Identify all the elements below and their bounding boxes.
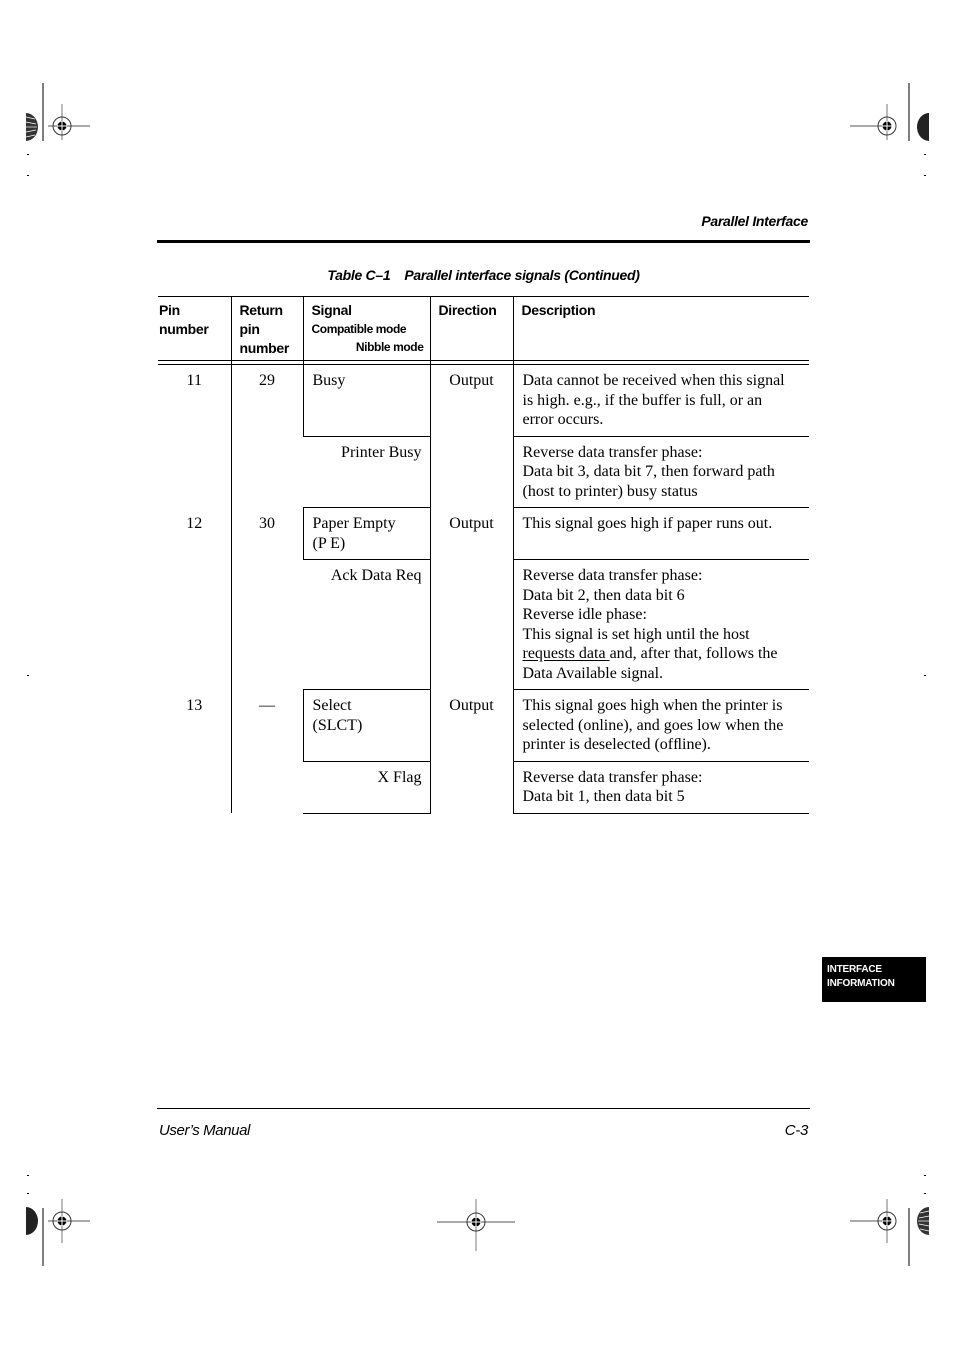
compatible-signal-cell: Select (SLCT) (302, 689, 430, 762)
header-subtext-nibble: Nibble mode (355, 340, 424, 354)
footer-manual-title: User’s Manual (159, 1122, 250, 1139)
signal-name: Paper Empty (312, 515, 396, 532)
nibble-signal-cell: Ack Data Req (303, 559, 430, 690)
description-line: This signal is set high until the host (522, 625, 750, 643)
color-bar-icon (917, 113, 929, 141)
direction-cell: Output (429, 689, 513, 813)
running-head: Parallel Interface (701, 213, 808, 229)
header-text: pin (239, 321, 260, 337)
description-line: error occurs. (522, 411, 604, 428)
pin-number-cell: 11 (186, 372, 202, 389)
description-line: is high. e.g., if the buffer is full, or… (522, 391, 763, 409)
pin-number-cell: 12 (186, 514, 203, 532)
description-line: This signal goes high when the printer i… (522, 697, 783, 714)
return-pin-cell: 30 (230, 507, 303, 690)
description-line: Data bit 2, then data bit 6 (522, 586, 685, 604)
table-row: 11 29 Busy Output Data cannot be receive… (158, 364, 809, 508)
description-line: Reverse data transfer phase: (522, 443, 703, 461)
description-line: Data bit 1, then data bit 5 (522, 788, 685, 805)
registration-mark-icon (850, 104, 897, 140)
description-line: printer is deselected (ofﬂine). (522, 736, 711, 753)
header-text: number (239, 340, 290, 356)
description-text: and, after that, follows the (609, 645, 778, 662)
pin-number-cell: 13 (186, 696, 203, 714)
return-pin-cell: 29 (230, 364, 303, 508)
table-header-row: Pin number Return pin number Signal Comp… (158, 296, 809, 361)
header-signal: Signal Compatible mode Nibble mode (302, 296, 430, 361)
description-line: This signal goes high if paper runs out. (522, 515, 773, 532)
color-bar-icon (26, 113, 38, 141)
table-caption-label: Table C–1 (327, 267, 391, 283)
direction-cell: Output (429, 364, 513, 508)
compatible-description-cell: This signal goes high when the printer i… (512, 689, 809, 762)
signal-name: Select (312, 697, 352, 714)
table-row: 13 — Select (SLCT) Output This signal go… (158, 689, 809, 813)
table-caption-title: Parallel interface signals (Continued) (404, 267, 640, 283)
description-line: Data bit 3, data bit 7, then forward pat… (522, 463, 775, 480)
page-number: C-3 (784, 1122, 809, 1139)
return-pin-cell: — (230, 689, 303, 813)
table-row: 12 30 Paper Empty (P E) Output This sign… (158, 507, 809, 690)
nibble-signal-cell: Printer Busy (303, 436, 430, 508)
registration-mark-icon (48, 1199, 90, 1243)
nibble-signal-cell: X Flag (303, 761, 430, 814)
footer-rule (157, 1108, 810, 1109)
header-pin-number: Pin number (158, 296, 231, 361)
description-line: Reverse data transfer phase: (522, 768, 703, 786)
nibble-description-cell: Reverse data transfer phase: Data bit 3,… (512, 436, 809, 508)
header-return-pin-number: Return pin number (230, 296, 303, 361)
compatible-signal-cell: Paper Empty (P E) (302, 507, 430, 560)
color-bar-icon (26, 1207, 38, 1235)
section-tab: INTERFACE INFORMATION (822, 957, 926, 1002)
description-line: Data Available signal. (522, 664, 664, 682)
description-line: requests data and, after that, follows t… (523, 644, 802, 664)
signal-abbrev: (SLCT) (312, 716, 363, 734)
underlined-text: requests data (522, 645, 610, 662)
section-tab-line: INFORMATION (827, 978, 895, 989)
header-text: number (159, 321, 209, 337)
compatible-description-cell: Data cannot be received when this signal… (512, 364, 809, 437)
description-line: Reverse data transfer phase: (522, 567, 703, 584)
registration-mark-icon (850, 1199, 897, 1243)
nibble-description-cell: Reverse data transfer phase: Data bit 1,… (512, 761, 809, 814)
signal-abbrev: (P E) (312, 534, 346, 552)
header-text: Pin (159, 302, 180, 318)
table-caption: Table C–1 Parallel interface signals (Con… (157, 267, 810, 283)
header-direction: Direction (429, 296, 513, 361)
compatible-signal-cell: Busy (302, 364, 430, 437)
signals-table: Pin number Return pin number Signal Comp… (158, 296, 809, 814)
nibble-description-cell: Reverse data transfer phase: Data bit 2,… (512, 559, 809, 690)
section-tab-line: INTERFACE (827, 964, 882, 975)
header-description: Description (512, 296, 809, 361)
direction-cell: Output (429, 507, 513, 690)
registration-mark-icon (48, 104, 90, 140)
signal-name: Busy (312, 372, 346, 389)
header-text: Direction (438, 302, 497, 318)
description-line: Data cannot be received when this signal (522, 372, 785, 389)
compatible-description-cell: This signal goes high if paper runs out. (512, 507, 809, 560)
header-text: Description (521, 302, 596, 318)
description-line: selected (online), and goes low when the (522, 716, 784, 734)
header-text: Signal (311, 302, 353, 318)
header-rule (157, 240, 810, 243)
description-line: (host to printer) busy status (522, 482, 698, 500)
header-text: Return (239, 302, 284, 318)
header-subtext-compatible: Compatible mode (311, 322, 407, 336)
description-line: Reverse idle phase: (522, 606, 647, 623)
registration-mark-icon (437, 1199, 515, 1251)
color-bar-icon (917, 1207, 929, 1235)
